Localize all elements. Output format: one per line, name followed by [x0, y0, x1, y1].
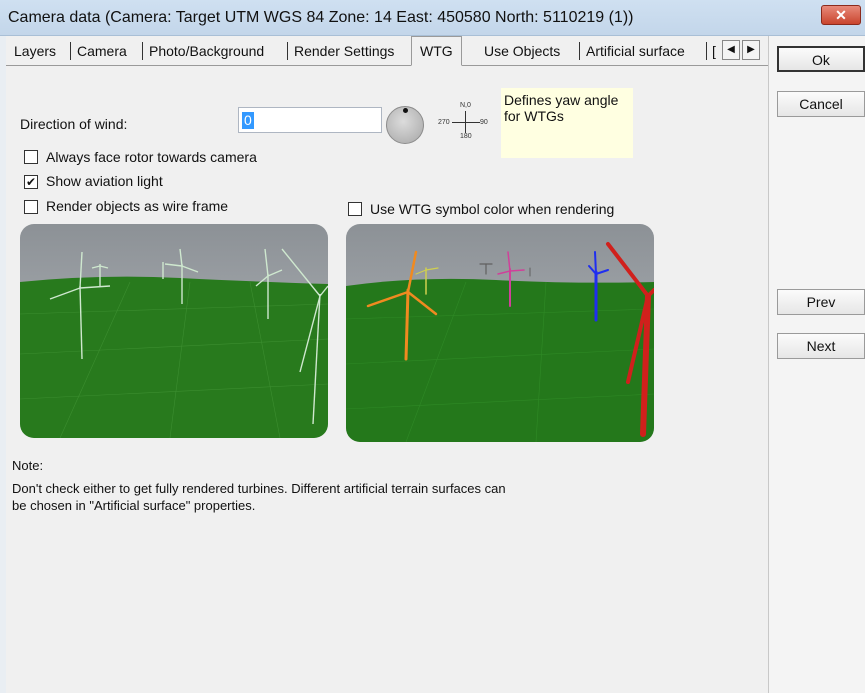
color-preview-image — [346, 224, 654, 442]
tab-separator — [579, 42, 580, 60]
symbol-color-checkbox[interactable] — [348, 202, 362, 216]
window-title: Camera data (Camera: Target UTM WGS 84 Z… — [8, 9, 634, 26]
compass-icon: N,0 270 90 180 — [438, 102, 494, 142]
close-button[interactable]: ✕ — [821, 5, 861, 25]
cancel-button[interactable]: Cancel — [777, 91, 865, 117]
tab-scroll-left-icon[interactable]: ◀ — [722, 40, 740, 60]
wireframe-preview-image — [20, 224, 328, 438]
next-button[interactable]: Next — [777, 333, 865, 359]
symbol-color-label: Use WTG symbol color when rendering — [370, 201, 615, 217]
compass-north-label: N,0 — [460, 102, 471, 109]
tab-artificial-surface[interactable]: Artificial surface — [586, 40, 685, 64]
tab-separator — [706, 42, 707, 60]
wind-direction-label: Direction of wind: — [20, 116, 128, 132]
tab-overflow[interactable]: [ — [712, 40, 716, 64]
dialog-body: Layers Camera Photo/Background Render Se… — [6, 36, 768, 693]
tab-render-settings[interactable]: Render Settings — [294, 40, 394, 64]
tab-scroll-right-icon[interactable]: ▶ — [742, 40, 760, 60]
face-rotor-checkbox[interactable] — [24, 150, 38, 164]
dial-indicator-icon — [403, 108, 408, 113]
wire-frame-checkbox[interactable] — [24, 200, 38, 214]
tab-strip: Layers Camera Photo/Background Render Se… — [6, 36, 768, 66]
tab-camera[interactable]: Camera — [77, 40, 127, 64]
face-rotor-label: Always face rotor towards camera — [46, 149, 257, 165]
tab-separator — [70, 42, 71, 60]
compass-west-label: 270 — [438, 119, 450, 126]
wind-direction-dial[interactable] — [386, 106, 424, 144]
title-bar: Camera data (Camera: Target UTM WGS 84 Z… — [0, 0, 865, 36]
aviation-light-label: Show aviation light — [46, 173, 163, 189]
prev-button[interactable]: Prev — [777, 289, 865, 315]
tab-wtg[interactable]: WTG — [411, 36, 462, 66]
note-line-2: be chosen in "Artificial surface" proper… — [12, 498, 256, 513]
button-sidebar: Ok Cancel Prev Next — [768, 36, 865, 693]
note-line-1: Don't check either to get fully rendered… — [12, 481, 506, 496]
tab-photo-background[interactable]: Photo/Background — [149, 40, 264, 64]
tab-layers[interactable]: Layers — [14, 40, 56, 64]
compass-east-label: 90 — [480, 119, 488, 126]
compass-horizontal-line — [452, 122, 480, 123]
compass-south-label: 180 — [460, 133, 472, 140]
wire-frame-label: Render objects as wire frame — [46, 198, 229, 214]
note-heading: Note: — [12, 458, 44, 473]
wind-direction-value: 0 — [242, 112, 254, 129]
yaw-tooltip: Defines yaw angle for WTGs — [501, 88, 633, 158]
tab-separator — [142, 42, 143, 60]
tab-separator — [287, 42, 288, 60]
tab-use-objects[interactable]: Use Objects — [484, 40, 560, 64]
ok-button[interactable]: Ok — [777, 46, 865, 72]
aviation-light-checkbox[interactable]: ✔ — [24, 175, 38, 189]
wind-direction-input[interactable]: 0 — [238, 107, 382, 133]
